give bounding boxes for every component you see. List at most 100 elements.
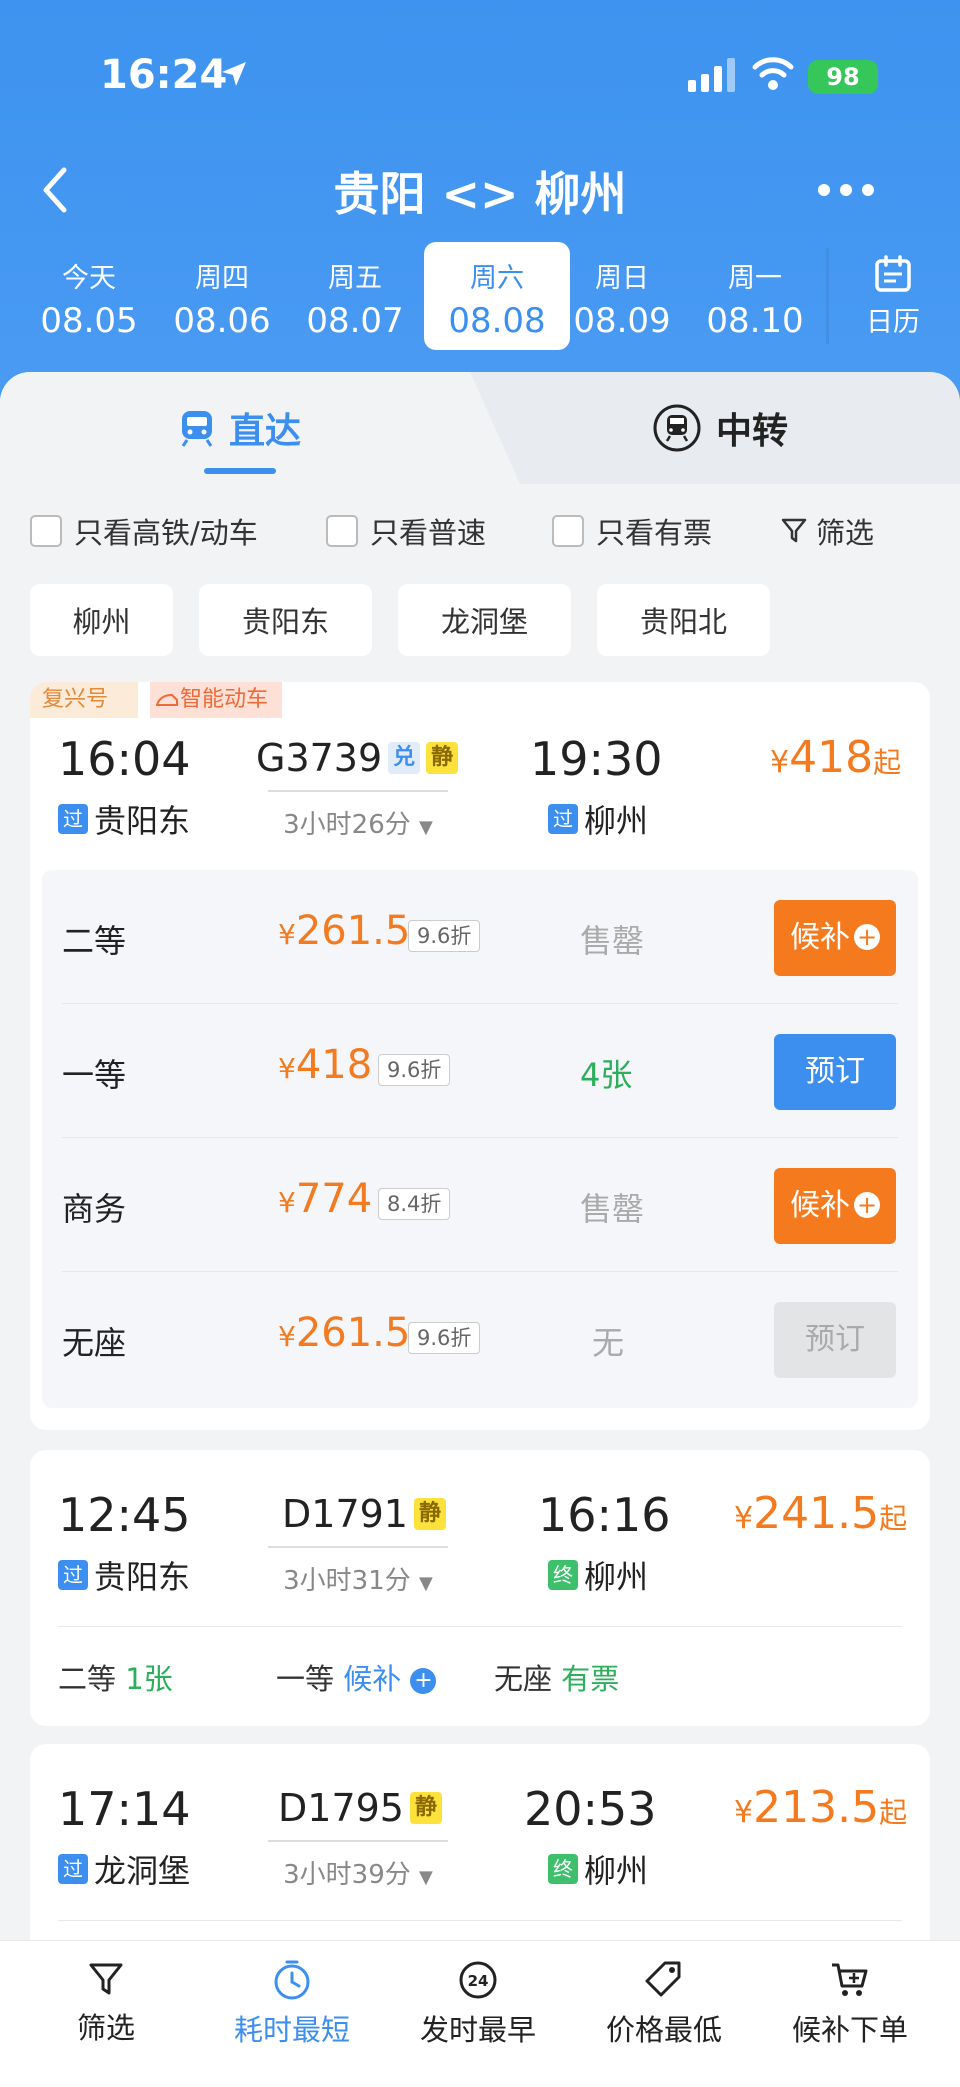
date-item[interactable]: 周五 08.07 [290,242,420,350]
discount-badge: 8.4折 [378,1188,451,1220]
terminal-badge: 终 [548,1854,578,1884]
duration[interactable]: 3小时39分 ▼ [268,1854,448,1891]
tab-active-indicator [204,468,276,474]
arrive-time: 20:53 [524,1782,657,1836]
book-button[interactable]: 预订 [774,1034,896,1110]
cart-icon [832,1963,868,1996]
station-chips: 柳州 贵阳东 龙洞堡 贵阳北 [30,584,930,656]
discount-badge: 9.6折 [408,1322,481,1354]
battery-indicator: 98 [808,60,878,94]
from-station: 过贵阳东 [58,796,190,842]
wifi-icon [752,57,794,90]
checkbox-available-only[interactable]: 只看有票 [552,510,712,552]
pass-badge: 过 [548,804,578,834]
seat-row: 一等 ¥418 9.6折 4张 预订 [42,1004,918,1138]
nav-bar: 贵阳 <> 柳州 [0,150,960,230]
seat-price: ¥261.5 [278,908,411,954]
seat-panel: 二等 ¥261.5 9.6折 售罄 候补 + 一等 ¥418 9.6折 4张 预订… [42,870,918,1408]
checkbox-hsr-only[interactable]: 只看高铁/动车 [30,510,258,552]
to-station: 过柳州 [548,796,648,842]
from-station: 过贵阳东 [58,1552,190,1598]
timer-icon [274,1960,310,2000]
waitlist-button[interactable]: 候补 + [774,1168,896,1244]
chevron-down-icon: ▼ [419,1573,433,1594]
funnel-icon [781,518,807,543]
date-item[interactable]: 今天 08.05 [24,242,154,350]
date-item-selected[interactable]: 周六 08.08 [424,242,570,350]
duration[interactable]: 3小时31分 ▼ [268,1560,448,1597]
duration-line [268,790,448,792]
station-chip[interactable]: 柳州 [30,584,173,656]
date-item[interactable]: 周日 08.09 [557,242,687,350]
sort-shortest-duration-button[interactable]: 耗时最短 [202,1959,382,2049]
pass-badge: 过 [58,1854,88,1884]
checkbox-regular-only[interactable]: 只看普速 [326,510,486,552]
seat-row: 无座 ¥261.5 9.6折 无 预订 [42,1272,918,1406]
seat-summary: 无座 有票 [494,1662,620,1696]
station-chip[interactable]: 龙洞堡 [398,584,571,656]
chevron-down-icon: ▼ [419,817,433,838]
duration[interactable]: 3小时26分 ▼ [268,804,448,841]
seat-status: 无 [592,1324,625,1362]
station-chip[interactable]: 贵阳北 [597,584,770,656]
status-time: 16:24 [100,52,228,98]
pass-badge: 过 [58,1560,88,1590]
from-station: 过龙洞堡 [58,1846,190,1892]
train-number: D1791 静 [282,1492,446,1536]
emu-icon [155,693,178,706]
page-title: 贵阳 <> 柳州 [333,167,627,221]
train-card[interactable]: 复兴号 智能动车 16:04 G3739 兑 静 3小时26分 ▼ 19:30 … [30,682,930,1430]
train-number: D1795 静 [278,1786,442,1830]
depart-time: 17:14 [58,1782,191,1836]
calendar-divider [826,248,829,344]
tab-transfer[interactable]: 中转 [480,372,960,484]
date-item[interactable]: 周一 08.10 [690,242,820,350]
discount-badge: 9.6折 [378,1054,451,1086]
badge-exchange: 兑 [388,742,421,774]
clock-24-icon: 24 [459,1961,497,1999]
tag-fuxing: 复兴号 [30,682,138,718]
sort-earliest-departure-button[interactable]: 24 发时最早 [388,1959,568,2049]
plus-circle-icon: + [410,1668,437,1694]
lowest-price: ¥241.5起 [734,1488,908,1539]
terminal-badge: 终 [548,1560,578,1590]
seat-price: ¥261.5 [278,1310,411,1356]
price-tag-icon [645,1961,681,1997]
seat-status: 售罄 [580,922,645,960]
arrive-time: 16:16 [538,1488,671,1542]
filter-button[interactable]: 筛选 [780,510,874,552]
calendar-icon [875,255,911,292]
seat-status: 4张 [580,1056,633,1094]
waitlist-button[interactable]: 候补 + [774,900,896,976]
quick-filters: 只看高铁/动车 只看普速 只看有票 筛选 [30,510,930,558]
chevron-down-icon: ▼ [419,1867,433,1888]
arrive-time: 19:30 [530,732,663,786]
funnel-icon [89,1963,123,1995]
station-chip[interactable]: 贵阳东 [199,584,372,656]
discount-badge: 9.6折 [408,920,481,952]
seat-price: ¥418 [278,1042,373,1088]
lowest-price: ¥213.5起 [734,1782,908,1833]
book-button-disabled: 预订 [774,1302,896,1378]
date-item[interactable]: 周四 08.06 [157,242,287,350]
status-bar: 16:24 98 [0,0,960,150]
lowest-price: ¥418起 [770,732,902,783]
location-arrow-icon [222,62,246,86]
duration-line [268,1840,448,1842]
train-card[interactable]: 12:45 D1791 静 3小时31分 ▼ 16:16 ¥241.5起 过贵阳… [30,1450,930,1726]
sort-lowest-price-button[interactable]: 价格最低 [574,1959,754,2049]
seat-summary: 一等 候补 + [276,1656,437,1698]
calendar-button[interactable]: 日历 [838,242,948,350]
more-options-icon[interactable] [818,180,874,200]
sort-filter-button[interactable]: 筛选 [16,1959,196,2047]
date-selector: 今天 08.05 周四 08.06 周五 08.07 周六 08.08 周日 08.09 … [0,240,960,352]
seat-summary: 二等 1张 [58,1662,173,1696]
seat-row: 二等 ¥261.5 9.6折 售罄 候补 + [42,870,918,1004]
waitlist-order-button[interactable]: 候补下单 [760,1959,940,2049]
svg-text:24: 24 [468,1972,489,1990]
seat-row: 商务 ¥774 8.4折 售罄 候补 + [42,1138,918,1272]
transfer-train-icon [653,404,701,452]
bottom-sort-bar: 筛选 耗时最短 24 发时最早 价格最低 候补下单 [0,1940,960,2087]
tag-smart-emu: 智能动车 [150,682,282,718]
train-card[interactable]: 17:14 D1795 静 3小时39分 ▼ 20:53 ¥213.5起 过龙洞… [30,1744,930,1964]
